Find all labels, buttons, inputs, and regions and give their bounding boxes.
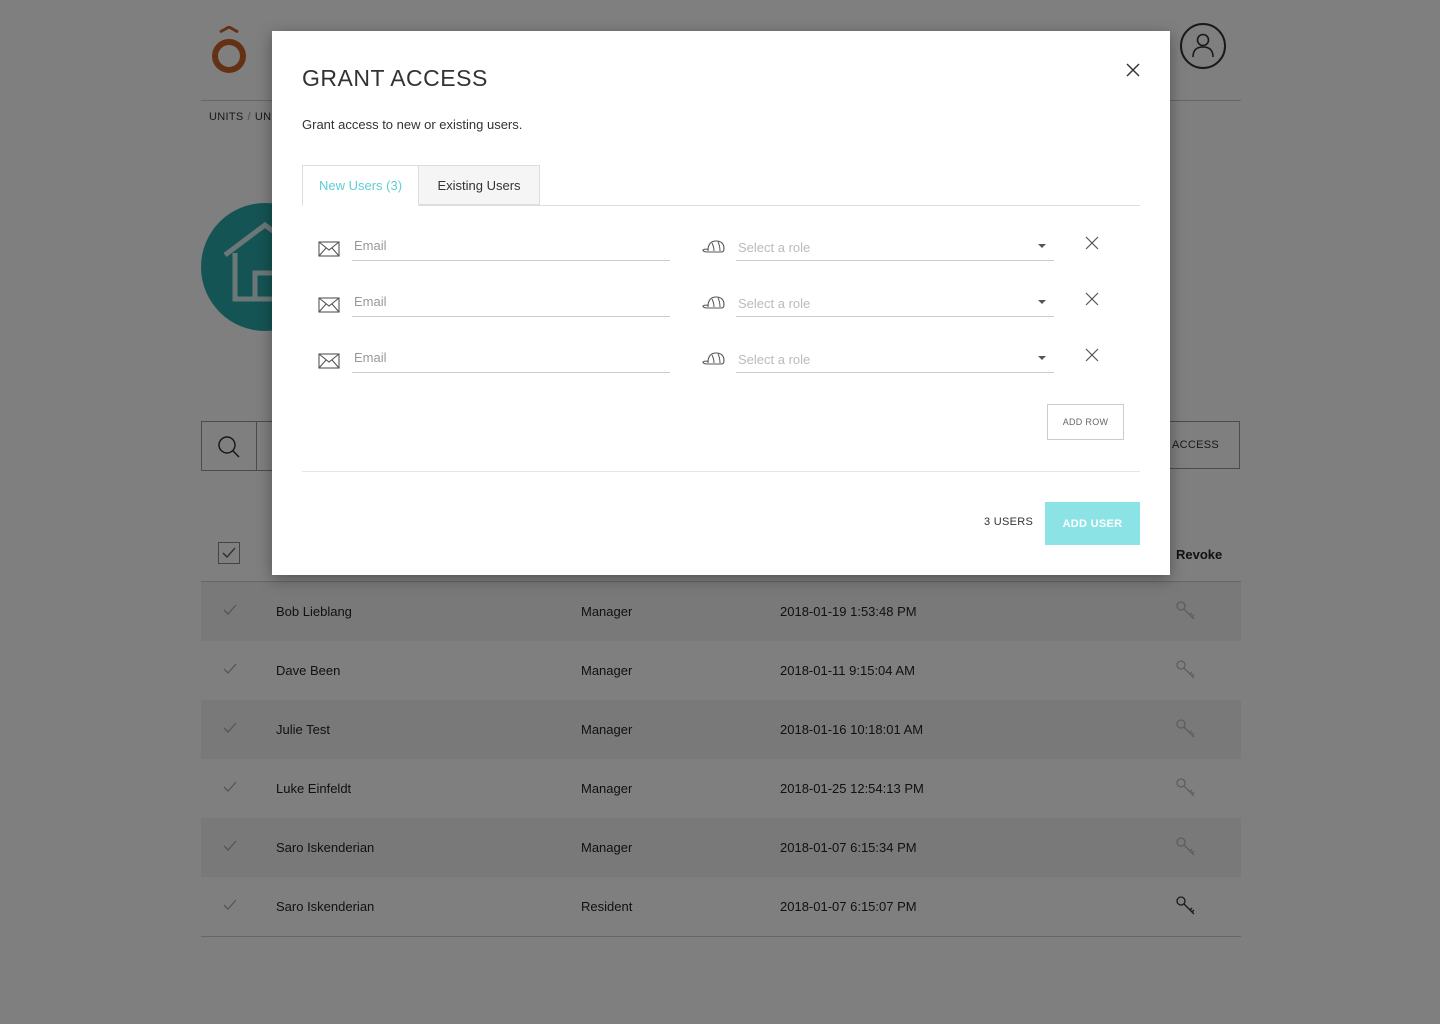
dialog-title: GRANT ACCESS: [302, 65, 488, 91]
remove-icon[interactable]: [1084, 235, 1100, 251]
email-field[interactable]: [352, 287, 670, 317]
role-select-placeholder: Select a role: [738, 352, 811, 367]
new-user-row: Select a role: [302, 231, 1140, 271]
role-select[interactable]: Select a role: [736, 343, 1054, 373]
chevron-down-icon: [1038, 300, 1046, 304]
mail-icon: [318, 241, 340, 257]
new-user-row: Select a role: [302, 343, 1140, 383]
dialog-footer-divider: [302, 471, 1140, 472]
role-select-placeholder: Select a role: [738, 296, 811, 311]
tab-new-users[interactable]: New Users (3): [302, 165, 419, 206]
hat-icon: [702, 352, 725, 365]
dialog-subtitle: Grant access to new or existing users.: [302, 117, 523, 132]
tab-existing-users[interactable]: Existing Users: [419, 165, 540, 205]
user-tabs: New Users (3) Existing Users: [302, 165, 1140, 206]
add-row-button[interactable]: ADD ROW: [1047, 404, 1124, 440]
email-field[interactable]: [352, 343, 670, 373]
remove-icon[interactable]: [1084, 291, 1100, 307]
user-count: 3 USERS: [984, 516, 1034, 528]
hat-icon: [702, 296, 725, 309]
hat-icon: [702, 240, 725, 253]
role-select[interactable]: Select a role: [736, 287, 1054, 317]
remove-icon[interactable]: [1084, 347, 1100, 363]
add-user-button[interactable]: ADD USER: [1045, 502, 1140, 545]
close-icon[interactable]: [1124, 61, 1142, 79]
email-field[interactable]: [352, 231, 670, 261]
role-select-placeholder: Select a role: [738, 240, 811, 255]
new-user-row: Select a role: [302, 287, 1140, 327]
mail-icon: [318, 353, 340, 369]
chevron-down-icon: [1038, 356, 1046, 360]
mail-icon: [318, 297, 340, 313]
role-select[interactable]: Select a role: [736, 231, 1054, 261]
grant-access-dialog: GRANT ACCESS Grant access to new or exis…: [272, 31, 1170, 575]
chevron-down-icon: [1038, 244, 1046, 248]
